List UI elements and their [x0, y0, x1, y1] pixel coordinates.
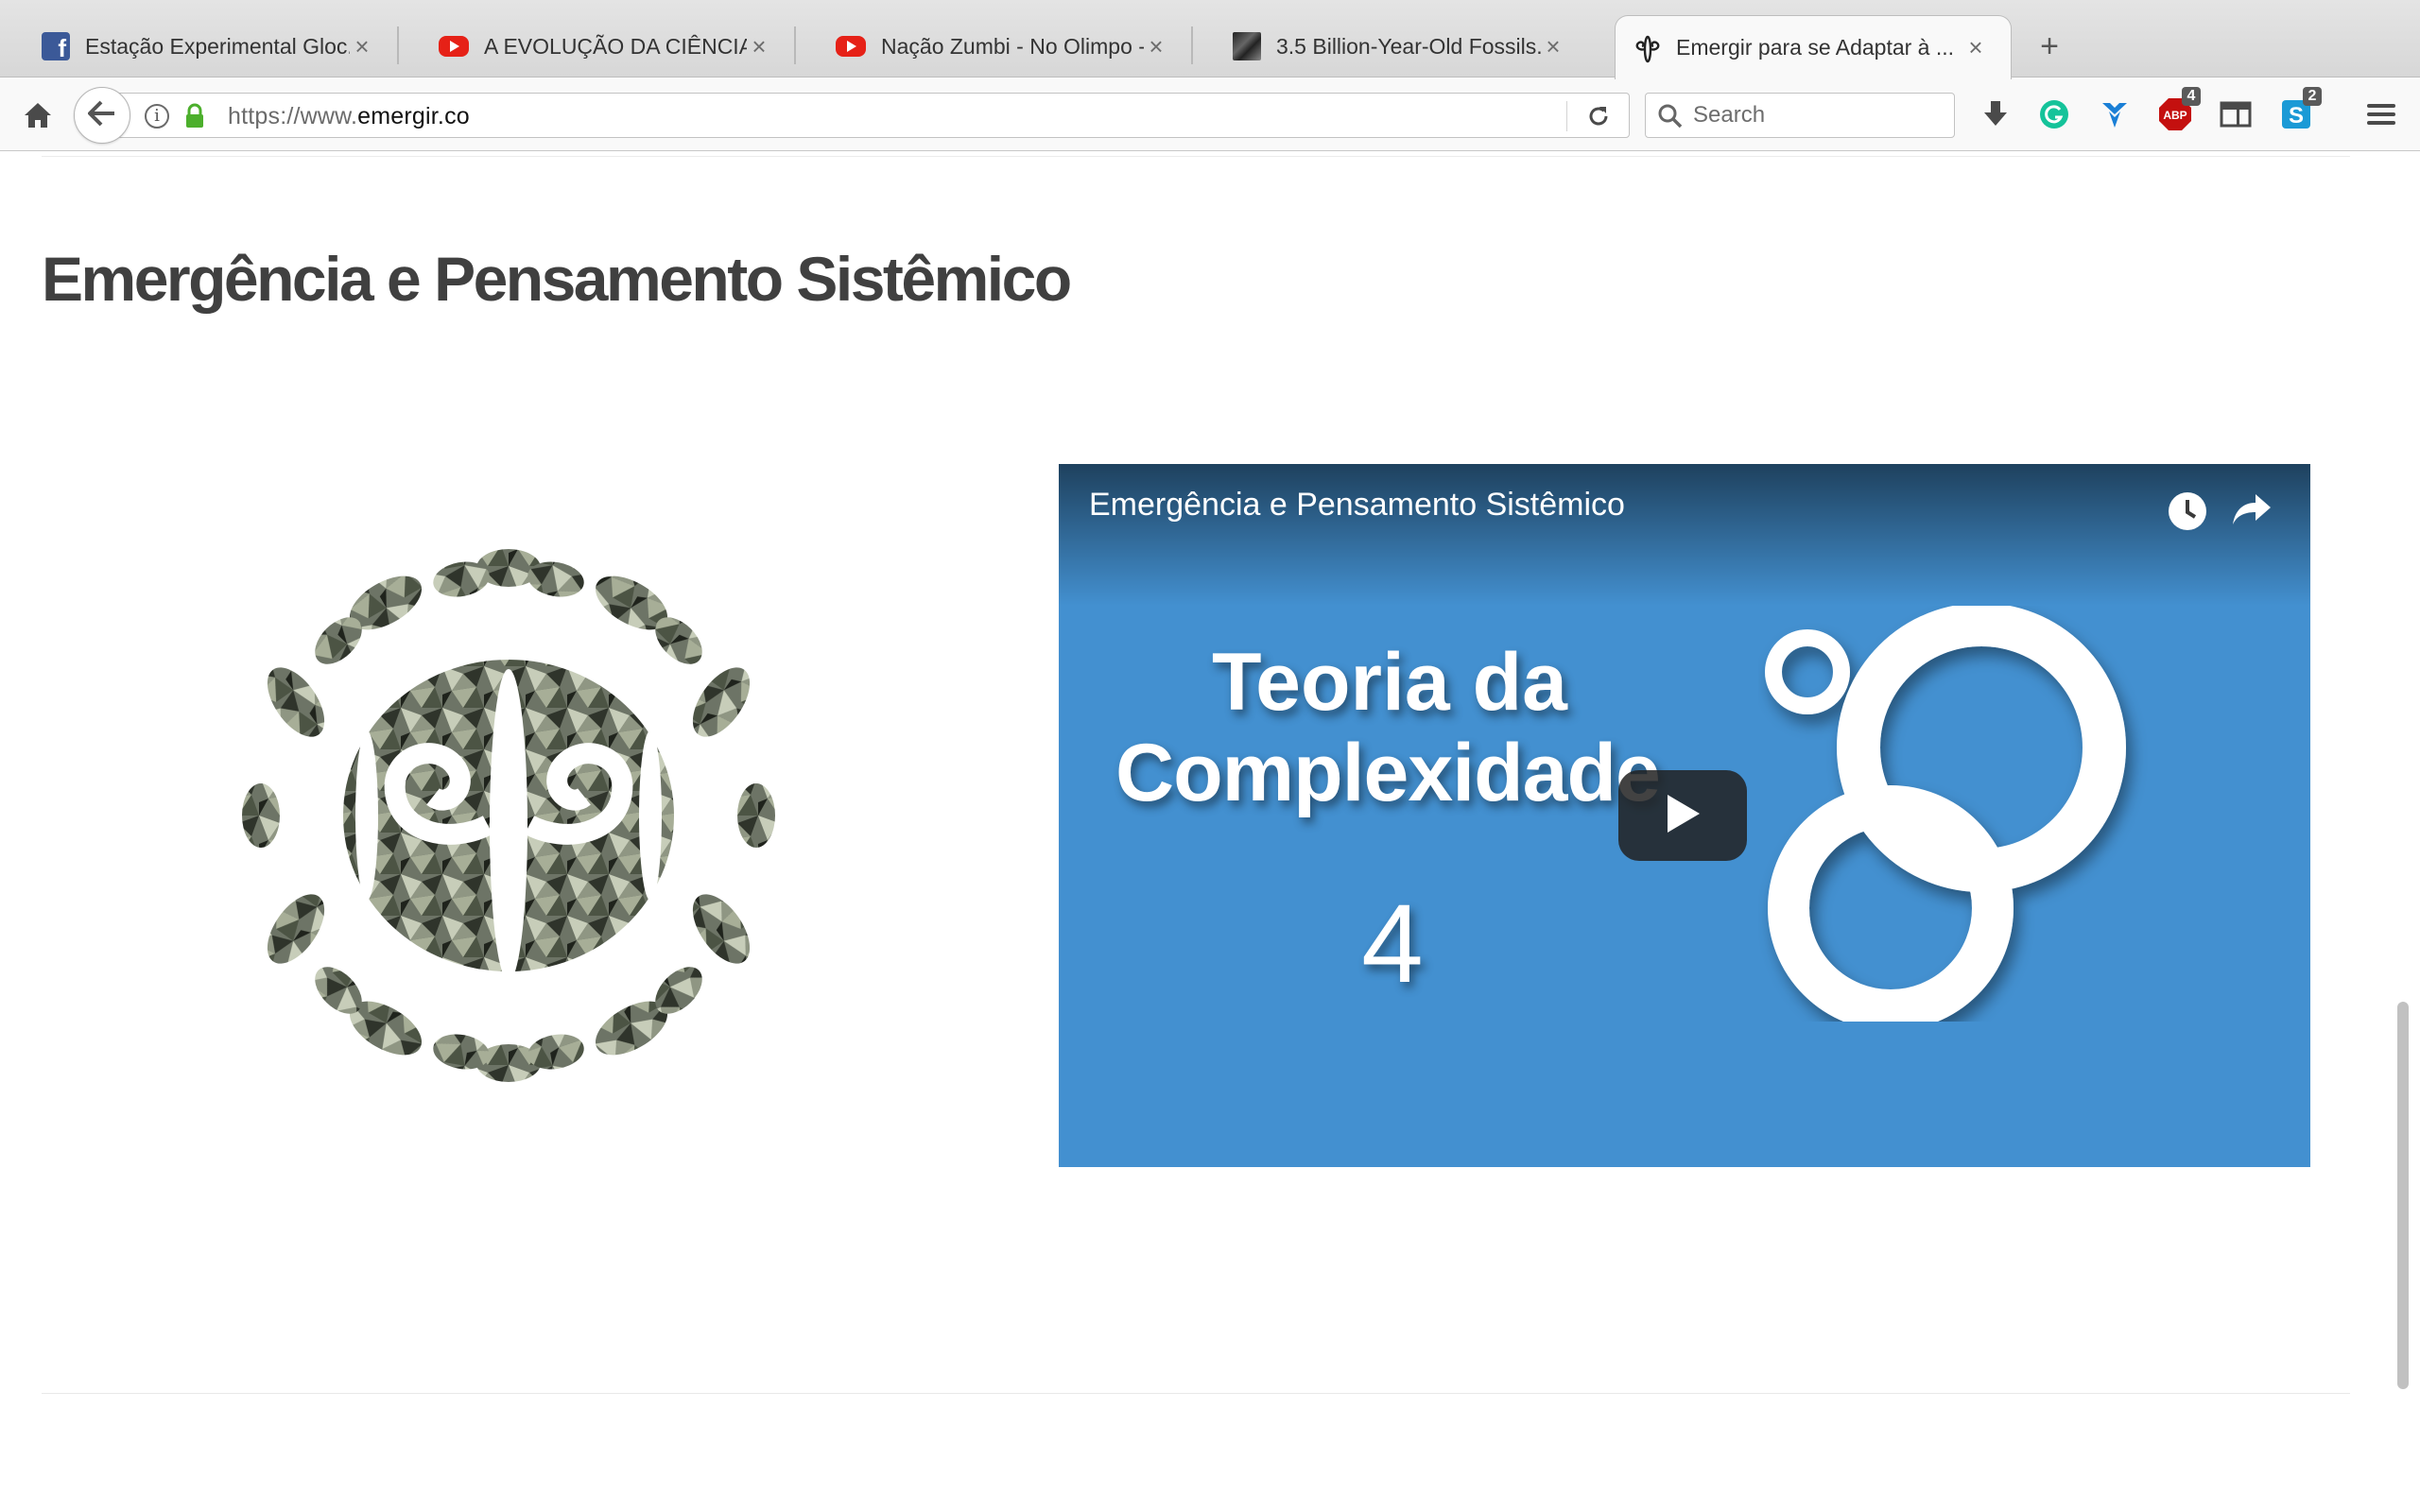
- tab-estacao[interactable]: f Estação Experimental Gloc... ×: [0, 15, 397, 77]
- play-icon: [1664, 793, 1702, 839]
- sidebar-window-icon[interactable]: [2216, 94, 2256, 134]
- emergir-mandala-logo: [234, 541, 783, 1090]
- extension-count-badge: 2: [2303, 87, 2322, 106]
- tab-title: A EVOLUÇÃO DA CIÊNCIA: ...: [484, 33, 747, 59]
- svg-text:ABP: ABP: [2163, 109, 2187, 122]
- url-host: emergir.co: [357, 103, 470, 129]
- search-bar[interactable]: [1645, 93, 1955, 138]
- grammarly-icon[interactable]: [2034, 94, 2074, 134]
- scrollbar-thumb[interactable]: [2397, 1002, 2409, 1389]
- info-icon[interactable]: i: [145, 104, 169, 129]
- download-icon[interactable]: [1976, 94, 2015, 134]
- tab-title: Nação Zumbi - No Olimpo -...: [881, 33, 1144, 59]
- svg-text:S: S: [2289, 103, 2304, 129]
- address-bar[interactable]: i https://www.emergir.co: [113, 93, 1630, 138]
- back-arrow-icon: [88, 100, 116, 131]
- tab-title: Estação Experimental Gloc...: [85, 33, 350, 59]
- video-title[interactable]: Emergência e Pensamento Sistêmico: [1089, 487, 1625, 524]
- play-button[interactable]: [1618, 770, 1747, 861]
- back-button[interactable]: [74, 87, 130, 144]
- facebook-icon: f: [42, 32, 70, 60]
- url-divider: [1566, 101, 1567, 131]
- page-title: Emergência e Pensamento Sistêmico: [42, 244, 1072, 314]
- close-tab-icon[interactable]: ×: [350, 32, 374, 61]
- tab-fossils[interactable]: 3.5 Billion-Year-Old Fossils... ×: [1191, 15, 1588, 77]
- home-icon[interactable]: [19, 96, 57, 134]
- close-tab-icon[interactable]: ×: [1963, 33, 1988, 62]
- url-prefix: https://www.: [228, 103, 358, 129]
- close-tab-icon[interactable]: ×: [1541, 32, 1565, 61]
- youtube-icon: [836, 36, 866, 57]
- video-player[interactable]: Emergência e Pensamento Sistêmico Teoria…: [1059, 464, 2310, 1167]
- thumbnail-heading-line2: Complexidade: [1115, 728, 1661, 818]
- tab-title: 3.5 Billion-Year-Old Fossils...: [1276, 33, 1541, 59]
- emergir-icon: [1633, 34, 1661, 62]
- adblock-icon[interactable]: ABP 4: [2155, 87, 2201, 134]
- skype-extension-icon[interactable]: S 2: [2276, 87, 2322, 134]
- page-content: Emergência e Pensamento Sistêmico Emergê…: [0, 152, 2420, 1512]
- new-tab-button[interactable]: +: [2031, 28, 2068, 65]
- complexity-rings-graphic: [1765, 606, 2126, 1022]
- tab-nacao-zumbi[interactable]: Nação Zumbi - No Olimpo -... ×: [794, 15, 1191, 77]
- share-icon[interactable]: [2231, 492, 2273, 533]
- url-text[interactable]: https://www.emergir.co: [228, 103, 470, 130]
- tab-title: Emergir para se Adaptar à ...: [1676, 35, 1955, 60]
- thumbnail-heading-line1: Teoria da: [1212, 637, 1567, 728]
- youtube-icon: [439, 36, 469, 57]
- divider: [42, 156, 2350, 157]
- close-tab-icon[interactable]: ×: [747, 32, 771, 61]
- thumbnail-episode-number: 4: [1361, 882, 1424, 1006]
- watch-later-icon[interactable]: [2167, 490, 2208, 537]
- video-top-shade: [1059, 464, 2310, 606]
- lock-icon[interactable]: [184, 103, 205, 134]
- tab-emergir[interactable]: Emergir para se Adaptar à ... ×: [1615, 15, 2012, 79]
- menu-icon[interactable]: [2361, 94, 2401, 134]
- navigation-toolbar: i https://www.emergir.co ABP 4 S: [0, 77, 2420, 151]
- tab-evolucao[interactable]: A EVOLUÇÃO DA CIÊNCIA: ... ×: [397, 15, 794, 77]
- fossil-icon: [1233, 32, 1261, 60]
- search-icon: [1657, 103, 1684, 134]
- divider: [42, 1393, 2350, 1394]
- reload-icon[interactable]: [1582, 101, 1616, 131]
- shield-extension-icon[interactable]: [2095, 94, 2135, 134]
- close-tab-icon[interactable]: ×: [1144, 32, 1168, 61]
- search-input[interactable]: [1693, 99, 1939, 131]
- tab-strip: f Estação Experimental Gloc... × A EVOLU…: [0, 0, 2420, 79]
- adblock-count-badge: 4: [2182, 87, 2201, 106]
